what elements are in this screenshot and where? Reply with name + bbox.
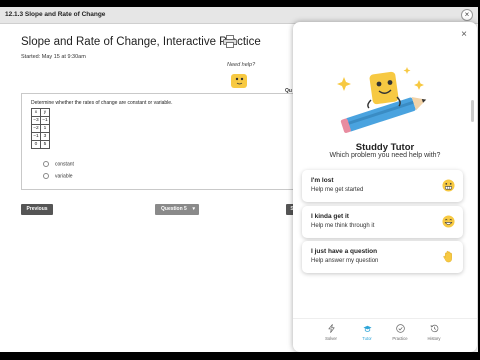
option-subtitle: Help me think through it bbox=[311, 223, 375, 229]
raised-hand-emoji-icon bbox=[443, 250, 452, 263]
option-variable[interactable]: variable bbox=[43, 173, 73, 179]
option-label: variable bbox=[55, 173, 73, 180]
graduation-cap-icon bbox=[362, 325, 372, 332]
mascot-small-icon[interactable] bbox=[229, 73, 249, 89]
nav-item-solver[interactable]: Solver bbox=[314, 324, 348, 341]
option-card-im-lost[interactable]: I'm lost Help me get started bbox=[302, 170, 463, 202]
started-timestamp: Started: May 15 at 9:30am bbox=[21, 54, 86, 60]
print-icon[interactable] bbox=[223, 35, 237, 48]
table-row: −3 −1 bbox=[31, 116, 50, 125]
option-title: I'm lost bbox=[311, 177, 334, 184]
option-constant[interactable]: constant bbox=[43, 161, 74, 167]
table-cell: 3 bbox=[40, 132, 50, 141]
table-header-cell: y bbox=[40, 108, 50, 117]
table-cell: −1 bbox=[40, 116, 50, 125]
nav-item-tutor[interactable]: Tutor bbox=[350, 324, 384, 341]
tutor-bottom-nav: Solver Tutor Practice History bbox=[293, 318, 477, 352]
window-title: 12.1.3 Slope and Rate of Change bbox=[5, 11, 106, 18]
table-cell: −3 bbox=[31, 116, 41, 125]
option-card-kinda-get-it[interactable]: I kinda get it Help me think through it bbox=[302, 206, 463, 238]
option-card-just-a-question[interactable]: I just have a question Help answer my qu… bbox=[302, 241, 463, 273]
nav-item-practice[interactable]: Practice bbox=[383, 324, 417, 341]
screen: 12.1.3 Slope and Rate of Change × Slope … bbox=[0, 0, 480, 360]
nav-label: Practice bbox=[392, 336, 408, 341]
browser-window: 12.1.3 Slope and Rate of Change × Slope … bbox=[0, 7, 478, 352]
table-row: 0 5 bbox=[31, 140, 50, 149]
tutor-subtitle: Which problem you need help with? bbox=[329, 152, 441, 159]
grimace-emoji-icon bbox=[442, 179, 455, 192]
table-cell: 0 bbox=[31, 140, 41, 149]
previous-button[interactable]: Previous bbox=[21, 204, 53, 215]
table-row: −2 1 bbox=[31, 124, 50, 133]
window-close-button[interactable]: × bbox=[461, 9, 473, 21]
table-cell: −1 bbox=[31, 132, 41, 141]
option-title: I kinda get it bbox=[311, 213, 349, 220]
xy-table: x y −3 −1 −2 1 −1 3 0 5 bbox=[31, 108, 50, 149]
table-cell: −2 bbox=[31, 124, 41, 133]
history-icon bbox=[430, 324, 438, 333]
grin-emoji-icon bbox=[442, 215, 455, 228]
table-header-cell: x bbox=[31, 108, 41, 117]
table-cell: 5 bbox=[40, 140, 50, 149]
nav-label: Tutor bbox=[362, 336, 372, 341]
mascot-on-pencil-icon bbox=[337, 67, 427, 133]
table-row: −1 3 bbox=[31, 132, 50, 141]
chevron-down-icon: ▾ bbox=[192, 206, 195, 212]
option-subtitle: Help answer my question bbox=[311, 258, 379, 264]
table-cell: 1 bbox=[40, 124, 50, 133]
nav-item-history[interactable]: History bbox=[417, 324, 451, 341]
radio-button[interactable] bbox=[43, 173, 49, 179]
tutor-panel: × Studdy Tutor Which problem you need he… bbox=[293, 22, 477, 352]
radio-button[interactable] bbox=[43, 161, 49, 167]
question-box: Determine whether the rates of change ar… bbox=[21, 93, 299, 190]
nav-label: Solver bbox=[325, 336, 337, 341]
question-instruction: Determine whether the rates of change ar… bbox=[31, 100, 173, 106]
check-circle-icon bbox=[395, 324, 405, 333]
option-label: constant bbox=[55, 161, 74, 168]
option-title: I just have a question bbox=[311, 248, 378, 255]
tutor-scrollbar[interactable] bbox=[471, 100, 474, 122]
need-help-label: Need help? bbox=[227, 62, 256, 68]
table-header-row: x y bbox=[31, 108, 50, 117]
question-select[interactable]: Question 5 ▾ bbox=[155, 204, 199, 215]
bolt-icon bbox=[327, 324, 335, 333]
option-subtitle: Help me get started bbox=[311, 187, 364, 193]
nav-label: History bbox=[427, 336, 441, 341]
question-select-label: Question 5 bbox=[161, 206, 187, 212]
tutor-close-button[interactable]: × bbox=[461, 30, 467, 40]
